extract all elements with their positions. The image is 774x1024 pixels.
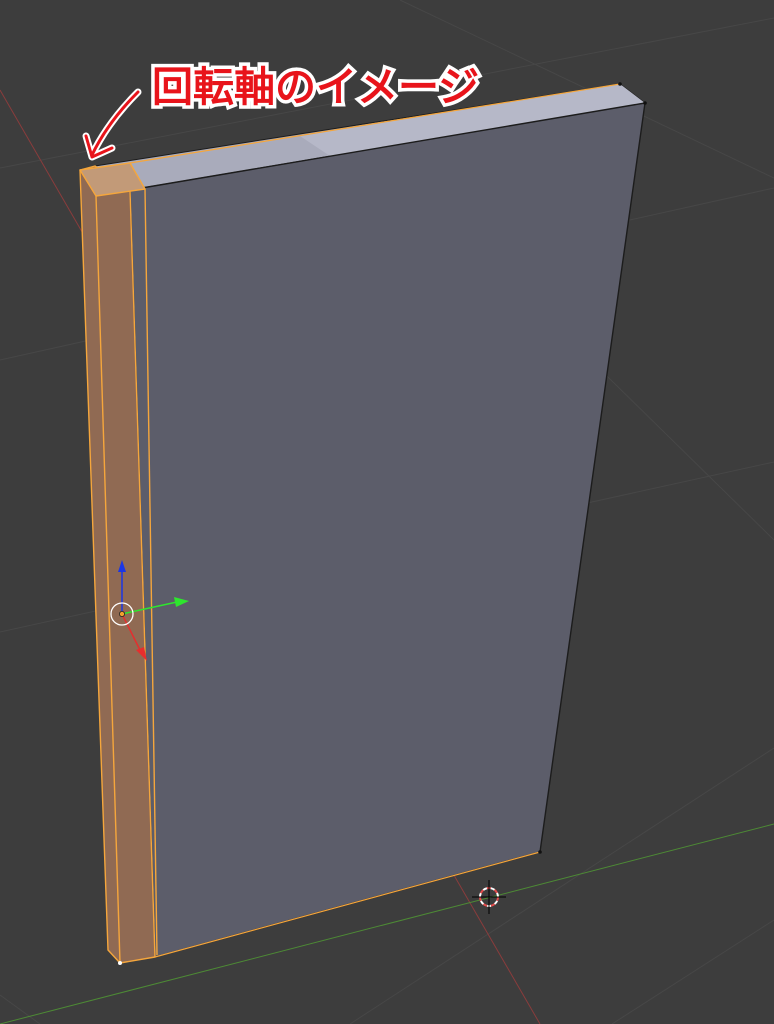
viewport-scene[interactable] bbox=[0, 0, 774, 1024]
pivot-center-dot bbox=[119, 611, 126, 618]
3d-viewport[interactable]: 回転軸のイメージ bbox=[0, 0, 774, 1024]
door-front-face[interactable] bbox=[129, 102, 646, 958]
vertex-dot[interactable] bbox=[538, 850, 542, 854]
3d-cursor-icon[interactable] bbox=[472, 880, 506, 914]
annotation-label: 回転軸のイメージ bbox=[148, 60, 482, 115]
grid-line bbox=[0, 994, 41, 1024]
vertex-dot[interactable] bbox=[118, 961, 122, 965]
door-mesh[interactable] bbox=[79, 82, 647, 965]
annotation-arrow-icon bbox=[82, 88, 142, 161]
grid-line bbox=[611, 919, 774, 1024]
vertex-dot[interactable] bbox=[618, 82, 622, 86]
vertex-dot[interactable] bbox=[643, 101, 647, 105]
